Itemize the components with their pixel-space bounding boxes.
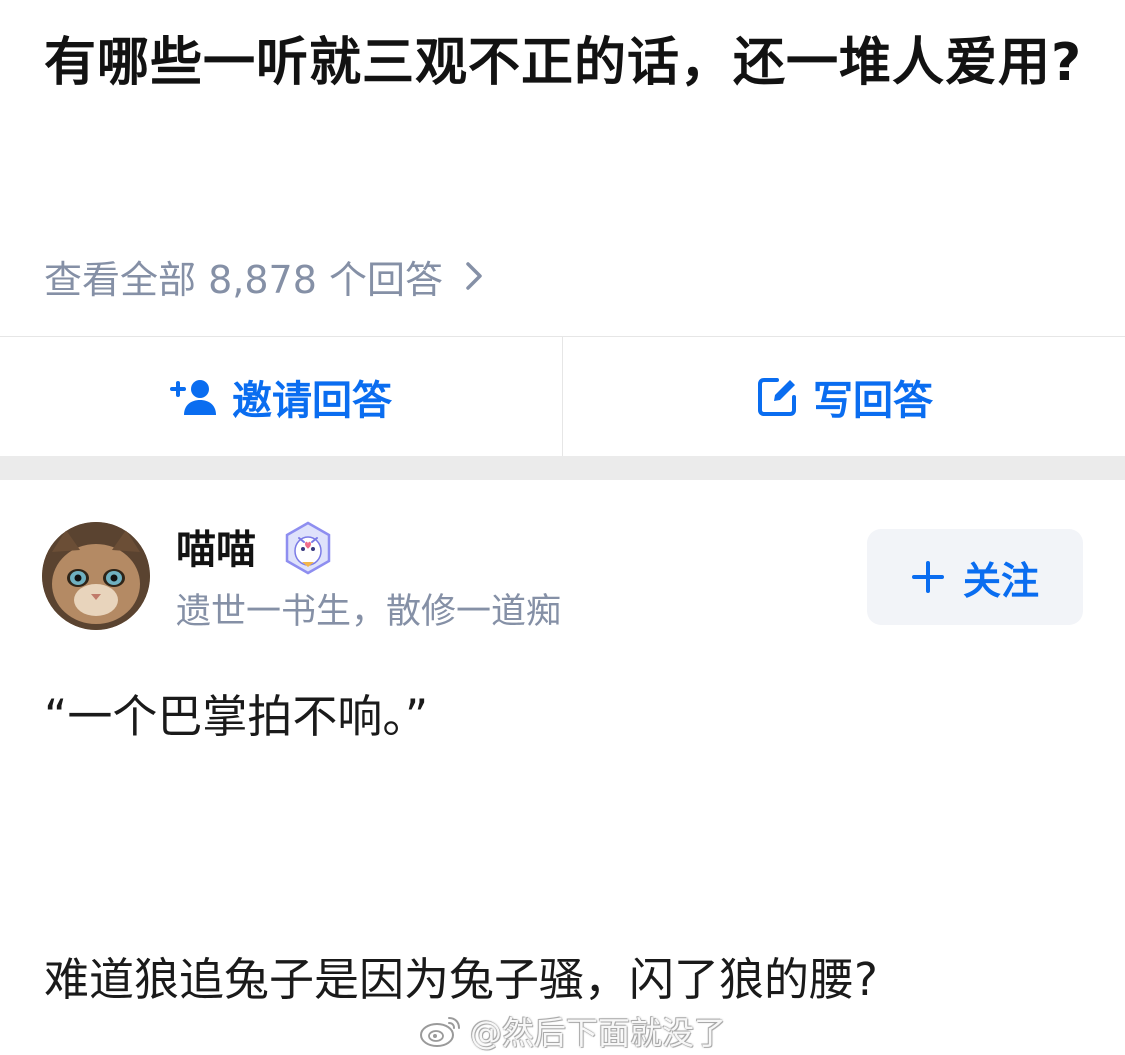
answer-paragraph: “一个巴掌拍不响。” xyxy=(44,690,429,743)
section-divider xyxy=(0,456,1125,480)
view-all-answers-link[interactable]: 查看全部 8,878 个回答 xyxy=(44,248,483,304)
write-answer-label: 写回答 xyxy=(813,377,933,424)
avatar[interactable] xyxy=(42,522,150,630)
author-bio: 遗世一书生，散修一道痴 xyxy=(176,592,562,632)
edit-icon xyxy=(755,375,799,419)
watermark-text: @然后下面就没了 xyxy=(470,1014,727,1052)
answer-paragraph: 难道狼追兔子是因为兔子骚，闪了狼的腰? xyxy=(44,953,878,1006)
creator-badge-icon xyxy=(280,520,336,576)
add-user-icon xyxy=(170,377,218,417)
watermark: @然后下面就没了 xyxy=(418,1008,726,1054)
write-answer-button[interactable]: 写回答 xyxy=(562,337,1125,456)
view-all-label: 查看全部 8,878 个回答 xyxy=(44,257,443,302)
weibo-logo-icon xyxy=(418,1014,462,1048)
invite-answer-button[interactable]: 邀请回答 xyxy=(0,337,562,456)
question-title: 有哪些一听就三观不正的话，还一堆人爱用? xyxy=(44,33,1083,93)
invite-answer-label: 邀请回答 xyxy=(232,377,392,424)
author-name[interactable]: 喵喵 xyxy=(176,522,256,578)
plus-icon xyxy=(911,560,945,594)
follow-button[interactable]: 关注 xyxy=(867,529,1083,625)
action-bar: 邀请回答 写回答 xyxy=(0,336,1125,456)
follow-label: 关注 xyxy=(962,558,1039,603)
chevron-right-icon xyxy=(465,261,483,291)
